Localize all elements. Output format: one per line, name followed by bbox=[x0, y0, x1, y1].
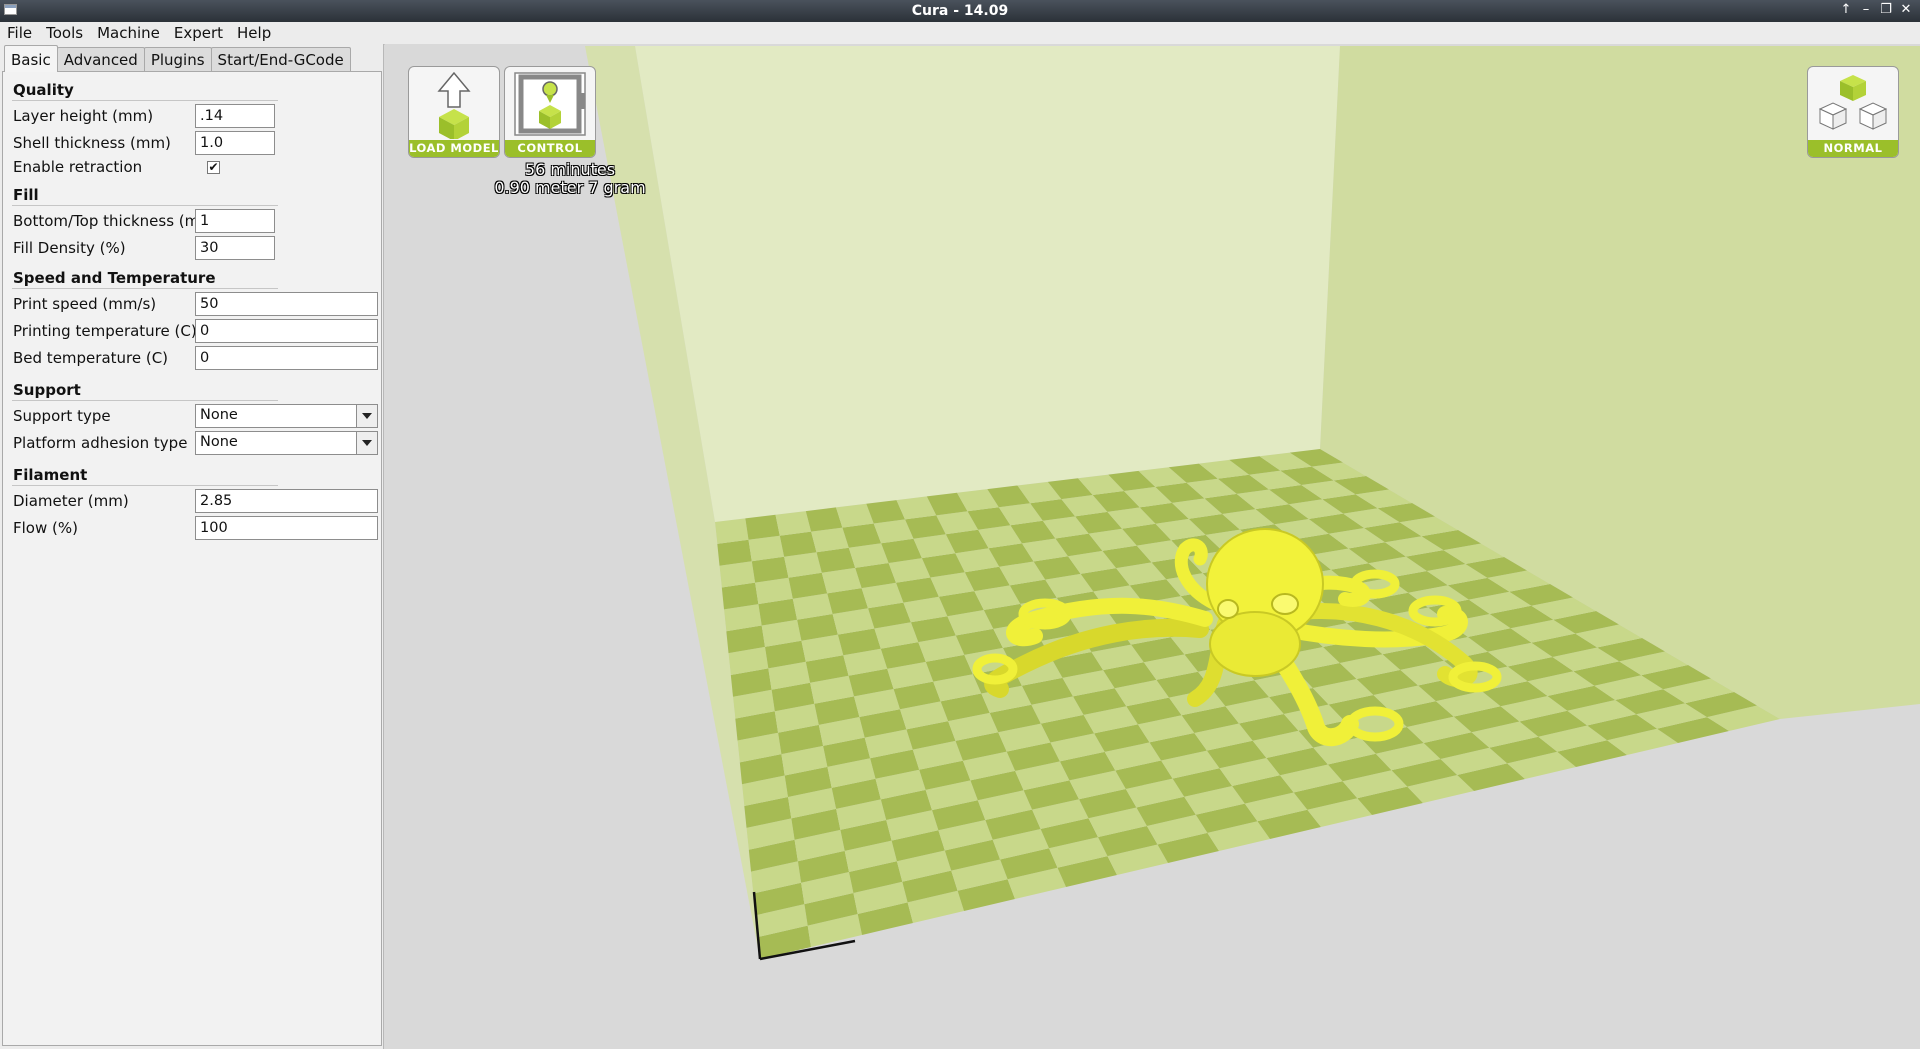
platform-adhesion-value: None bbox=[200, 434, 238, 450]
plate-tile bbox=[717, 539, 752, 566]
basic-settings-page: Quality Layer height (mm) Shell thicknes… bbox=[2, 71, 382, 1046]
section-divider bbox=[12, 485, 278, 486]
section-filament-title: Filament bbox=[13, 466, 88, 484]
menu-machine[interactable]: Machine bbox=[90, 22, 167, 44]
settings-panel: Basic Advanced Plugins Start/End-GCode Q… bbox=[0, 44, 384, 1049]
load-model-icon bbox=[437, 71, 471, 141]
tab-plugins[interactable]: Plugins bbox=[143, 47, 212, 72]
section-divider bbox=[12, 400, 278, 401]
plate-tile bbox=[745, 514, 780, 540]
support-type-select[interactable]: None bbox=[195, 404, 378, 428]
bottom-top-thickness-label: Bottom/Top thickness (mm) bbox=[13, 212, 220, 230]
menu-expert[interactable]: Expert bbox=[167, 22, 230, 44]
window-up-icon[interactable]: ↑ bbox=[1838, 2, 1854, 18]
section-divider bbox=[12, 100, 278, 101]
tab-start-end-gcode[interactable]: Start/End-GCode bbox=[210, 47, 351, 72]
view-mode-button[interactable]: NORMAL bbox=[1807, 66, 1899, 158]
section-quality-title: Quality bbox=[13, 81, 74, 99]
print-speed-label: Print speed (mm/s) bbox=[13, 295, 157, 313]
platform-adhesion-select[interactable]: None bbox=[195, 431, 378, 455]
window-maximize-button[interactable]: ❐ bbox=[1878, 2, 1894, 18]
diameter-input[interactable] bbox=[195, 489, 378, 513]
settings-tabs: Basic Advanced Plugins Start/End-GCode bbox=[4, 45, 351, 72]
printer-control-icon bbox=[514, 72, 586, 136]
section-speed-title: Speed and Temperature bbox=[13, 269, 216, 287]
printing-temperature-label: Printing temperature (C) bbox=[13, 322, 197, 340]
load-model-label: LOAD MODEL bbox=[409, 140, 499, 157]
build-volume-back-wall bbox=[635, 46, 1340, 522]
3d-viewport[interactable]: LOAD MODEL CONTROL 56 minutes 0.90 meter… bbox=[385, 44, 1920, 1049]
bed-temperature-label: Bed temperature (C) bbox=[13, 349, 169, 367]
print-material-estimate: 0.90 meter 7 gram bbox=[494, 178, 646, 197]
title-bar: Cura - 14.09 ↑ – ❐ ✕ bbox=[0, 0, 1920, 22]
menu-bar: File Tools Machine Expert Help bbox=[0, 22, 1920, 45]
layer-height-label: Layer height (mm) bbox=[13, 107, 154, 125]
menu-help[interactable]: Help bbox=[230, 22, 278, 44]
support-type-label: Support type bbox=[13, 407, 111, 425]
window-close-button[interactable]: ✕ bbox=[1898, 2, 1914, 18]
section-divider bbox=[12, 288, 278, 289]
enable-retraction-checkbox[interactable]: ✔ bbox=[207, 161, 220, 174]
print-time-estimate: 56 minutes bbox=[524, 160, 616, 179]
plate-tile bbox=[811, 527, 849, 553]
plate-tile bbox=[779, 531, 817, 557]
plate-tile bbox=[805, 507, 843, 532]
plate-tile bbox=[775, 511, 812, 536]
bed-temperature-input[interactable] bbox=[195, 346, 378, 370]
fill-density-input[interactable] bbox=[195, 236, 275, 260]
flow-input[interactable] bbox=[195, 516, 378, 540]
shell-thickness-input[interactable] bbox=[195, 131, 275, 155]
layer-height-input[interactable] bbox=[195, 104, 275, 128]
enable-retraction-label: Enable retraction bbox=[13, 158, 143, 176]
plate-tile bbox=[715, 518, 749, 544]
tab-basic[interactable]: Basic bbox=[4, 45, 58, 72]
diameter-label: Diameter (mm) bbox=[13, 492, 129, 510]
control-label: CONTROL bbox=[505, 140, 595, 157]
section-support-title: Support bbox=[13, 381, 81, 399]
printing-temperature-input[interactable] bbox=[195, 319, 378, 343]
menu-file[interactable]: File bbox=[0, 22, 39, 44]
window-title: Cura - 14.09 bbox=[911, 3, 1009, 19]
print-speed-input[interactable] bbox=[195, 292, 378, 316]
load-model-button[interactable]: LOAD MODEL bbox=[408, 66, 500, 158]
shell-thickness-label: Shell thickness (mm) bbox=[13, 134, 171, 152]
view-mode-label: NORMAL bbox=[1808, 140, 1898, 157]
flow-label: Flow (%) bbox=[13, 519, 78, 537]
fill-density-label: Fill Density (%) bbox=[13, 239, 126, 257]
section-fill-title: Fill bbox=[13, 186, 39, 204]
view-mode-cubes-icon bbox=[1818, 75, 1888, 130]
plate-tile bbox=[748, 535, 785, 562]
platform-adhesion-label: Platform adhesion type bbox=[13, 434, 188, 452]
section-divider bbox=[12, 205, 278, 206]
window-minimize-button[interactable]: – bbox=[1858, 2, 1874, 18]
menu-tools[interactable]: Tools bbox=[39, 22, 90, 44]
support-type-value: None bbox=[200, 407, 238, 423]
tab-advanced[interactable]: Advanced bbox=[56, 47, 145, 72]
bottom-top-thickness-input[interactable] bbox=[195, 209, 275, 233]
chevron-down-icon[interactable] bbox=[356, 405, 377, 427]
control-button[interactable]: CONTROL bbox=[504, 66, 596, 158]
chevron-down-icon[interactable] bbox=[356, 432, 377, 454]
